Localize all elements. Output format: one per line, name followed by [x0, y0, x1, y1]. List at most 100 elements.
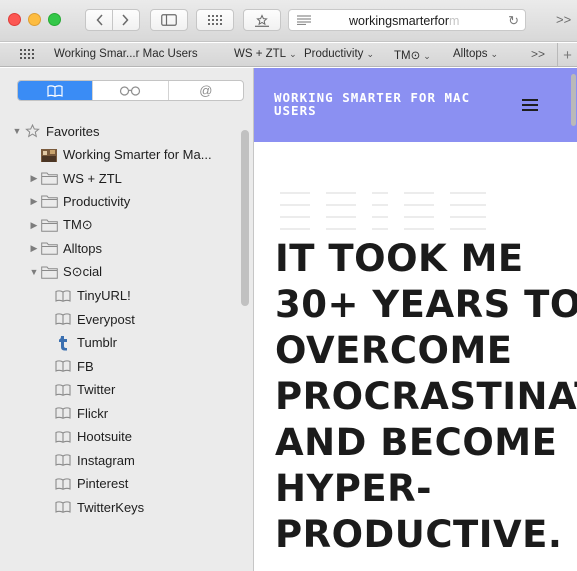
tree-item-label: Instagram — [77, 452, 135, 468]
sidebar-tab-switcher: @ — [17, 80, 244, 101]
book-icon — [54, 476, 72, 492]
book-icon — [54, 382, 72, 398]
tree-item-label: Hootsuite — [77, 429, 132, 444]
tab-reading-list[interactable] — [92, 81, 167, 100]
back-button[interactable] — [96, 14, 104, 26]
disclosure-triangle[interactable]: ▶ — [28, 243, 40, 254]
tree-item-social[interactable]: ▼ S⊙cial — [0, 261, 240, 283]
tree-item-twitterkeys[interactable]: TwitterKeys — [0, 496, 240, 518]
tree-item-pinterest[interactable]: Pinterest — [0, 473, 240, 495]
reader-lines-icon — [297, 15, 311, 25]
tree-item-label: TM⊙ — [63, 217, 93, 232]
favorite-working-smarter[interactable]: Working Smar...r Mac Users — [54, 48, 198, 60]
tree-item-label: Pinterest — [77, 476, 129, 491]
tree-item-favorites[interactable]: ▼ Favorites — [0, 120, 240, 142]
star-icon — [23, 123, 41, 139]
favorite-productivity[interactable]: Productivity ⌄ — [304, 48, 374, 60]
tree-item-everypost[interactable]: Everypost — [0, 308, 240, 330]
navigation-buttons — [85, 9, 140, 31]
minimize-window-button[interactable] — [28, 13, 41, 26]
site-title[interactable]: WORKING SMARTER FOR MAC USERS — [274, 91, 504, 117]
tab-shared-links[interactable]: @ — [167, 81, 243, 100]
web-page: WORKING SMARTER FOR MAC USERS IT TOOK ME… — [254, 68, 577, 571]
tree-item-alltops[interactable]: ▶ Alltops — [0, 238, 240, 260]
folder-icon — [40, 217, 58, 233]
menu-icon[interactable] — [522, 99, 538, 111]
site-header: WORKING SMARTER FOR MAC USERS — [254, 68, 577, 142]
tree-item-label: Alltops — [63, 241, 103, 256]
forward-button[interactable] — [121, 14, 129, 26]
book-icon — [54, 405, 72, 421]
disclosure-triangle[interactable]: ▼ — [11, 126, 23, 136]
tree-item-instagram[interactable]: Instagram — [0, 449, 240, 471]
disclosure-triangle[interactable]: ▼ — [28, 267, 40, 277]
address-bar[interactable]: workingsmarterform ↻ — [288, 9, 526, 31]
tree-item-tmo[interactable]: ▶ TM⊙ — [0, 214, 240, 236]
tree-item-label: Twitter — [77, 382, 116, 397]
chevron-left-icon — [96, 14, 103, 26]
book-icon — [54, 358, 72, 374]
tree-item-productivity[interactable]: ▶ Productivity — [0, 191, 240, 213]
chevron-right-icon — [122, 14, 129, 26]
disclosure-triangle[interactable]: ▶ — [28, 220, 40, 231]
site-thumbnail-icon — [40, 147, 58, 163]
hero-headline: IT TOOK ME 30+ YEARS TO OVERCOME PROCRAS… — [275, 237, 577, 556]
tree-item-label: Working Smarter for Ma... — [63, 147, 212, 162]
book-icon — [54, 288, 72, 304]
favorites-overflow-button[interactable]: >> — [531, 47, 545, 61]
book-icon — [47, 84, 63, 97]
tree-item-label: WS + ZTL — [63, 170, 122, 186]
book-icon — [54, 429, 72, 445]
folder-icon — [40, 170, 58, 186]
bookmarks-sidebar: @ ▼ Favorites Working Smarter for Ma... … — [0, 68, 254, 571]
bookmark-button[interactable] — [243, 9, 281, 31]
browser-toolbar: workingsmarterform ↻ >> — [0, 0, 577, 42]
tree-item-fb[interactable]: FB — [0, 355, 240, 377]
tree-item-label: S⊙cial — [63, 264, 103, 279]
sidebar-scrollbar[interactable] — [241, 130, 249, 306]
tree-item-twitter[interactable]: Twitter — [0, 379, 240, 401]
zoom-window-button[interactable] — [48, 13, 61, 26]
tree-item-hootsuite[interactable]: Hootsuite — [0, 426, 240, 448]
folder-icon — [40, 194, 58, 210]
at-icon: @ — [199, 83, 213, 98]
tree-item-ws-ztl[interactable]: ▶ WS + ZTL — [0, 167, 240, 189]
folder-icon — [40, 264, 58, 280]
bookmark-tree: ▼ Favorites Working Smarter for Ma... ▶ … — [0, 120, 240, 520]
close-window-button[interactable] — [8, 13, 21, 26]
book-icon — [54, 311, 72, 327]
favorite-ws-ztl[interactable]: WS + ZTL ⌄ — [234, 48, 297, 60]
disclosure-triangle[interactable]: ▶ — [28, 196, 40, 207]
sidebar-icon — [161, 14, 177, 26]
book-icon — [54, 452, 72, 468]
tree-item-label: Productivity — [63, 194, 131, 209]
tree-item-label: TinyURL! — [77, 288, 131, 303]
tree-item-working-smarter[interactable]: Working Smarter for Ma... — [0, 144, 240, 166]
tree-item-label: FB — [77, 358, 94, 374]
top-sites-button[interactable] — [196, 9, 234, 31]
glasses-icon — [120, 85, 141, 96]
star-box-icon — [255, 13, 269, 27]
tree-item-tumblr[interactable]: Tumblr — [0, 332, 240, 354]
show-all-bookmarks-icon[interactable] — [20, 49, 34, 59]
favorites-bar: Working Smar...r Mac Users WS + ZTL ⌄ Pro… — [0, 43, 577, 67]
sidebar-toggle-button[interactable] — [150, 9, 188, 31]
new-tab-button[interactable]: + — [557, 43, 577, 67]
grid-icon — [208, 15, 222, 25]
toolbar-overflow-button[interactable]: >> — [556, 12, 571, 27]
tree-item-tinyurl[interactable]: TinyURL! — [0, 285, 240, 307]
tree-item-label: Flickr — [77, 405, 109, 421]
tumblr-icon — [54, 335, 72, 351]
loading-placeholder-graphic — [280, 192, 486, 230]
tab-bookmarks[interactable] — [18, 81, 93, 100]
url-text: workingsmarterform — [349, 14, 460, 28]
page-scrollbar[interactable] — [571, 74, 576, 126]
tree-item-flickr[interactable]: Flickr — [0, 402, 240, 424]
folder-icon — [40, 241, 58, 257]
tree-item-label: Favorites — [46, 123, 100, 139]
reload-icon[interactable]: ↻ — [508, 13, 519, 29]
tree-item-label: Tumblr — [77, 335, 117, 350]
disclosure-triangle[interactable]: ▶ — [28, 173, 40, 184]
favorite-tmo[interactable]: TM⊙ ⌄ — [394, 48, 431, 62]
favorite-alltops[interactable]: Alltops ⌄ — [453, 48, 498, 60]
